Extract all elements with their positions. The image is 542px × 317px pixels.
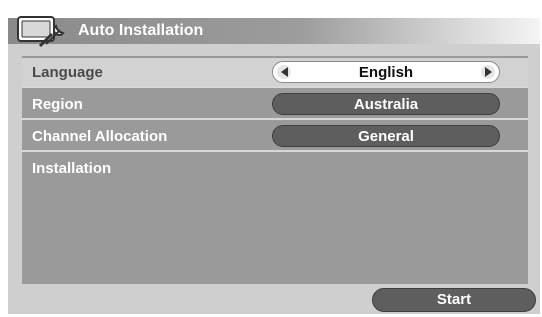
channel-allocation-row[interactable]: Channel Allocation General xyxy=(22,122,528,152)
start-button[interactable]: Start xyxy=(372,288,536,312)
language-value: English xyxy=(358,64,414,81)
arrow-right-icon[interactable] xyxy=(481,65,495,79)
installation-label: Installation xyxy=(32,160,112,177)
arrow-left-icon[interactable] xyxy=(277,65,291,79)
installation-row[interactable]: Installation xyxy=(22,154,528,184)
channel-allocation-label: Channel Allocation xyxy=(32,128,168,145)
language-label: Language xyxy=(32,64,103,81)
language-selector[interactable]: English xyxy=(272,61,500,83)
wrench-tv-icon xyxy=(17,16,65,48)
row-divider xyxy=(22,86,528,88)
region-selector[interactable]: Australia xyxy=(272,93,500,115)
row-divider xyxy=(22,118,528,120)
window-title: Auto Installation xyxy=(78,22,204,39)
region-row[interactable]: Region Australia xyxy=(22,90,528,120)
region-label: Region xyxy=(32,96,83,113)
channel-allocation-selector[interactable]: General xyxy=(272,125,500,147)
language-row[interactable]: Language English xyxy=(22,58,528,88)
row-divider xyxy=(22,150,528,152)
